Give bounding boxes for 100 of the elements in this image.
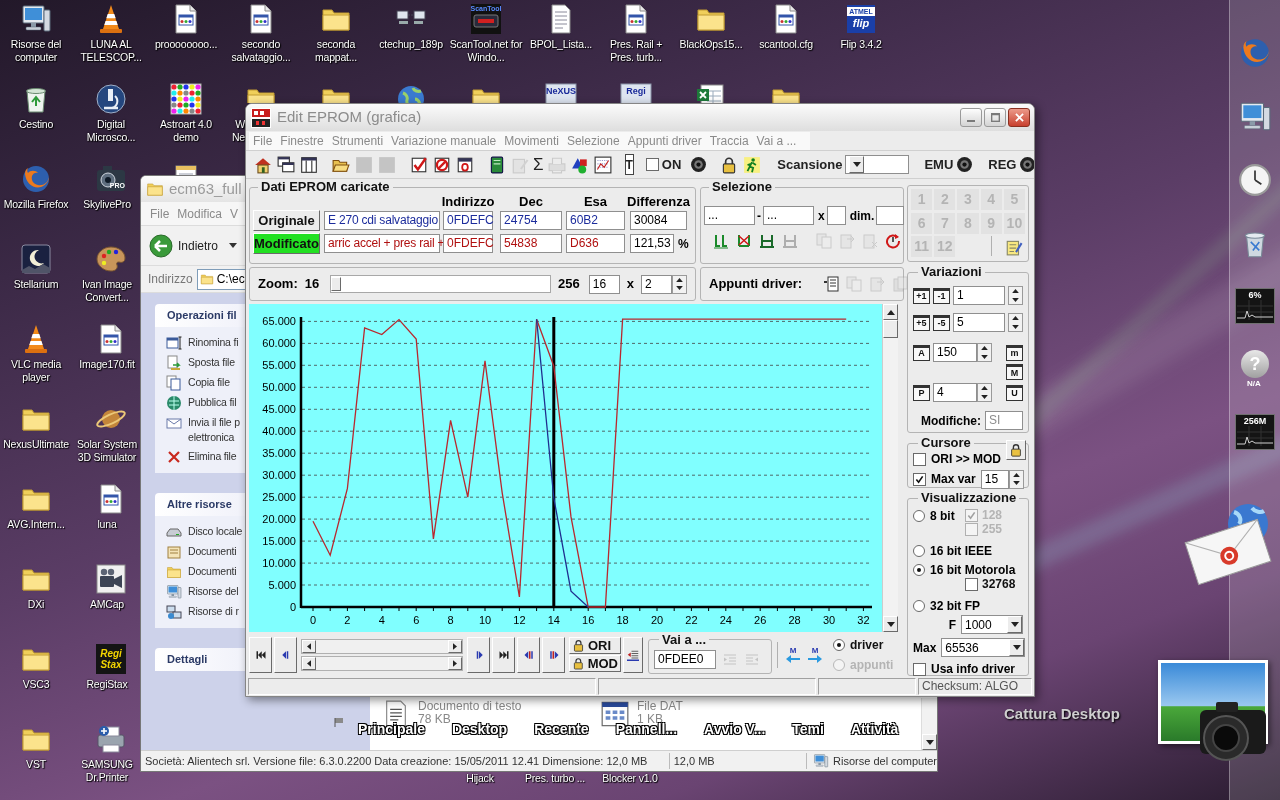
task-link[interactable]: Pubblica fil bbox=[188, 395, 237, 410]
video-camera-icon[interactable] bbox=[95, 563, 127, 595]
input-field[interactable]: 121,53 bbox=[630, 234, 674, 253]
launcher-tab[interactable]: Attività bbox=[850, 719, 899, 740]
input-field[interactable]: 15 bbox=[980, 469, 1009, 489]
letter-button[interactable]: U bbox=[1006, 384, 1023, 401]
input-field[interactable]: 150 bbox=[933, 343, 977, 362]
input-field[interactable]: D636 bbox=[566, 234, 625, 253]
task-link[interactable]: Elimina file bbox=[188, 449, 237, 464]
logo-tile-icon[interactable] bbox=[845, 3, 877, 35]
launcher-tab[interactable]: Avvio V... bbox=[704, 719, 766, 740]
logo-tile-icon[interactable] bbox=[95, 643, 127, 675]
list-document-icon[interactable] bbox=[823, 276, 840, 292]
icon-label[interactable]: BPOL_Lista... bbox=[529, 38, 593, 51]
icon-label[interactable]: Astroart 4.0 demo bbox=[149, 118, 223, 144]
dropdown[interactable]: 1000 bbox=[961, 615, 1023, 634]
h-bracket-icon[interactable] bbox=[759, 233, 775, 249]
nav-button[interactable] bbox=[542, 636, 565, 673]
forbidden-icon[interactable] bbox=[433, 155, 451, 174]
icon-label[interactable]: Solar System 3D Simulator bbox=[74, 438, 140, 464]
input-field[interactable]: 24754 bbox=[500, 211, 562, 230]
minimize-button[interactable] bbox=[960, 108, 982, 127]
lock-button[interactable]: ORI bbox=[569, 637, 621, 654]
address-field[interactable]: C:\ec bbox=[196, 268, 248, 290]
icon-label[interactable]: Risorse del computer bbox=[0, 38, 73, 64]
dot-grid-icon[interactable] bbox=[170, 83, 202, 115]
icon-label[interactable]: proooooooo... bbox=[154, 38, 218, 51]
scroll-thumb[interactable] bbox=[883, 320, 898, 338]
input-field[interactable] bbox=[876, 206, 905, 225]
letter-button[interactable]: -5 bbox=[933, 314, 950, 331]
dropdown[interactable]: 65536 bbox=[941, 638, 1026, 657]
left-arrow-icon[interactable] bbox=[786, 655, 800, 663]
icon-label[interactable]: Mozilla Firefox bbox=[3, 198, 69, 211]
right-arrow-icon[interactable] bbox=[808, 655, 822, 663]
printer-icon[interactable] bbox=[95, 723, 127, 755]
icon-label[interactable]: scantool.cfg bbox=[759, 38, 813, 51]
maximize-button[interactable] bbox=[984, 108, 1006, 127]
sum-button[interactable]: Σ bbox=[533, 155, 544, 174]
icon-label[interactable]: Hijack bbox=[466, 772, 494, 785]
icon-label[interactable]: luna bbox=[97, 518, 117, 531]
checkmark-document-icon[interactable] bbox=[410, 155, 428, 174]
task-link[interactable]: Rinomina fi bbox=[188, 335, 239, 350]
computer-icon[interactable] bbox=[20, 3, 52, 35]
horizontal-scrollbar[interactable] bbox=[301, 638, 463, 654]
icon-label[interactable]: Cestino bbox=[18, 118, 54, 131]
input-field[interactable]: 30084 bbox=[630, 211, 687, 230]
input-field[interactable]: 1 bbox=[953, 286, 1005, 305]
icon-label[interactable]: ctechup_189p bbox=[379, 38, 443, 51]
input-field[interactable]: 0FDEE0 bbox=[654, 650, 716, 669]
input-field[interactable]: 0FDEFC bbox=[443, 234, 493, 253]
slider-track[interactable] bbox=[329, 275, 552, 293]
lock-button[interactable]: MOD bbox=[569, 655, 621, 672]
icon-label[interactable]: VSC3 bbox=[22, 678, 50, 691]
letter-button[interactable]: m bbox=[1006, 344, 1023, 361]
nav-button[interactable] bbox=[492, 636, 515, 673]
dropdown[interactable] bbox=[845, 155, 910, 174]
modified-button[interactable]: Modificato bbox=[253, 233, 320, 254]
icon-label[interactable]: Digital Microsco... bbox=[74, 118, 148, 144]
task-link[interactable]: Sposta file bbox=[188, 355, 235, 370]
launcher-tab[interactable]: Temi bbox=[792, 719, 824, 740]
vertical-scrollbar[interactable] bbox=[882, 304, 898, 632]
nav-button[interactable] bbox=[274, 636, 297, 673]
crossed-bracket-icon[interactable] bbox=[736, 233, 752, 249]
icon-label[interactable]: VLC media player bbox=[0, 358, 73, 384]
vertical-scrollbar[interactable] bbox=[921, 698, 937, 750]
input-field[interactable] bbox=[826, 206, 846, 225]
device-tile-icon[interactable] bbox=[470, 3, 502, 35]
icon-label[interactable]: AMCap bbox=[90, 598, 124, 611]
book-icon[interactable] bbox=[488, 155, 506, 174]
microscope-icon[interactable] bbox=[95, 83, 127, 115]
slider-thumb[interactable] bbox=[330, 277, 341, 291]
radio-button[interactable] bbox=[913, 544, 925, 557]
knob-icon[interactable] bbox=[956, 156, 974, 173]
icon-label[interactable]: NexusUltimate bbox=[3, 438, 69, 451]
knob-icon[interactable] bbox=[690, 156, 708, 173]
original-button[interactable]: Originale bbox=[253, 210, 320, 231]
letter-button[interactable]: A bbox=[913, 344, 930, 361]
checkbox[interactable] bbox=[913, 472, 926, 486]
task-link[interactable]: Risorse di r bbox=[188, 604, 239, 619]
input-field[interactable]: 2 bbox=[641, 274, 672, 294]
letter-button[interactable]: P bbox=[913, 384, 930, 401]
nav-button[interactable] bbox=[467, 636, 490, 673]
launcher-tab[interactable]: Desktop bbox=[451, 719, 508, 740]
icon-label[interactable]: VST bbox=[26, 758, 46, 771]
icon-label[interactable]: RegiStax bbox=[86, 678, 128, 691]
launcher-tab[interactable]: Recente bbox=[534, 719, 589, 740]
task-link[interactable]: Invia il file p elettronica bbox=[188, 415, 240, 445]
input-field[interactable]: 4 bbox=[933, 383, 977, 402]
icon-label[interactable]: Pres. turbo ... bbox=[525, 772, 585, 785]
task-link[interactable]: Risorse del bbox=[188, 584, 239, 599]
input-field[interactable]: E 270 cdi salvataggio bbox=[324, 211, 440, 230]
input-field[interactable]: 16 bbox=[588, 274, 620, 294]
letter-button[interactable]: M bbox=[1006, 364, 1023, 380]
task-link[interactable]: Copia file bbox=[188, 375, 230, 390]
icon-label[interactable]: Image170.fit bbox=[79, 358, 135, 371]
icon-label[interactable]: seconda mappat... bbox=[299, 38, 373, 64]
radio-button[interactable] bbox=[913, 563, 925, 576]
horizontal-scrollbar[interactable] bbox=[301, 655, 463, 671]
icon-label[interactable]: AVG.Intern... bbox=[7, 518, 65, 531]
icon-label[interactable]: LUNA AL TELESCOP... bbox=[74, 38, 148, 64]
